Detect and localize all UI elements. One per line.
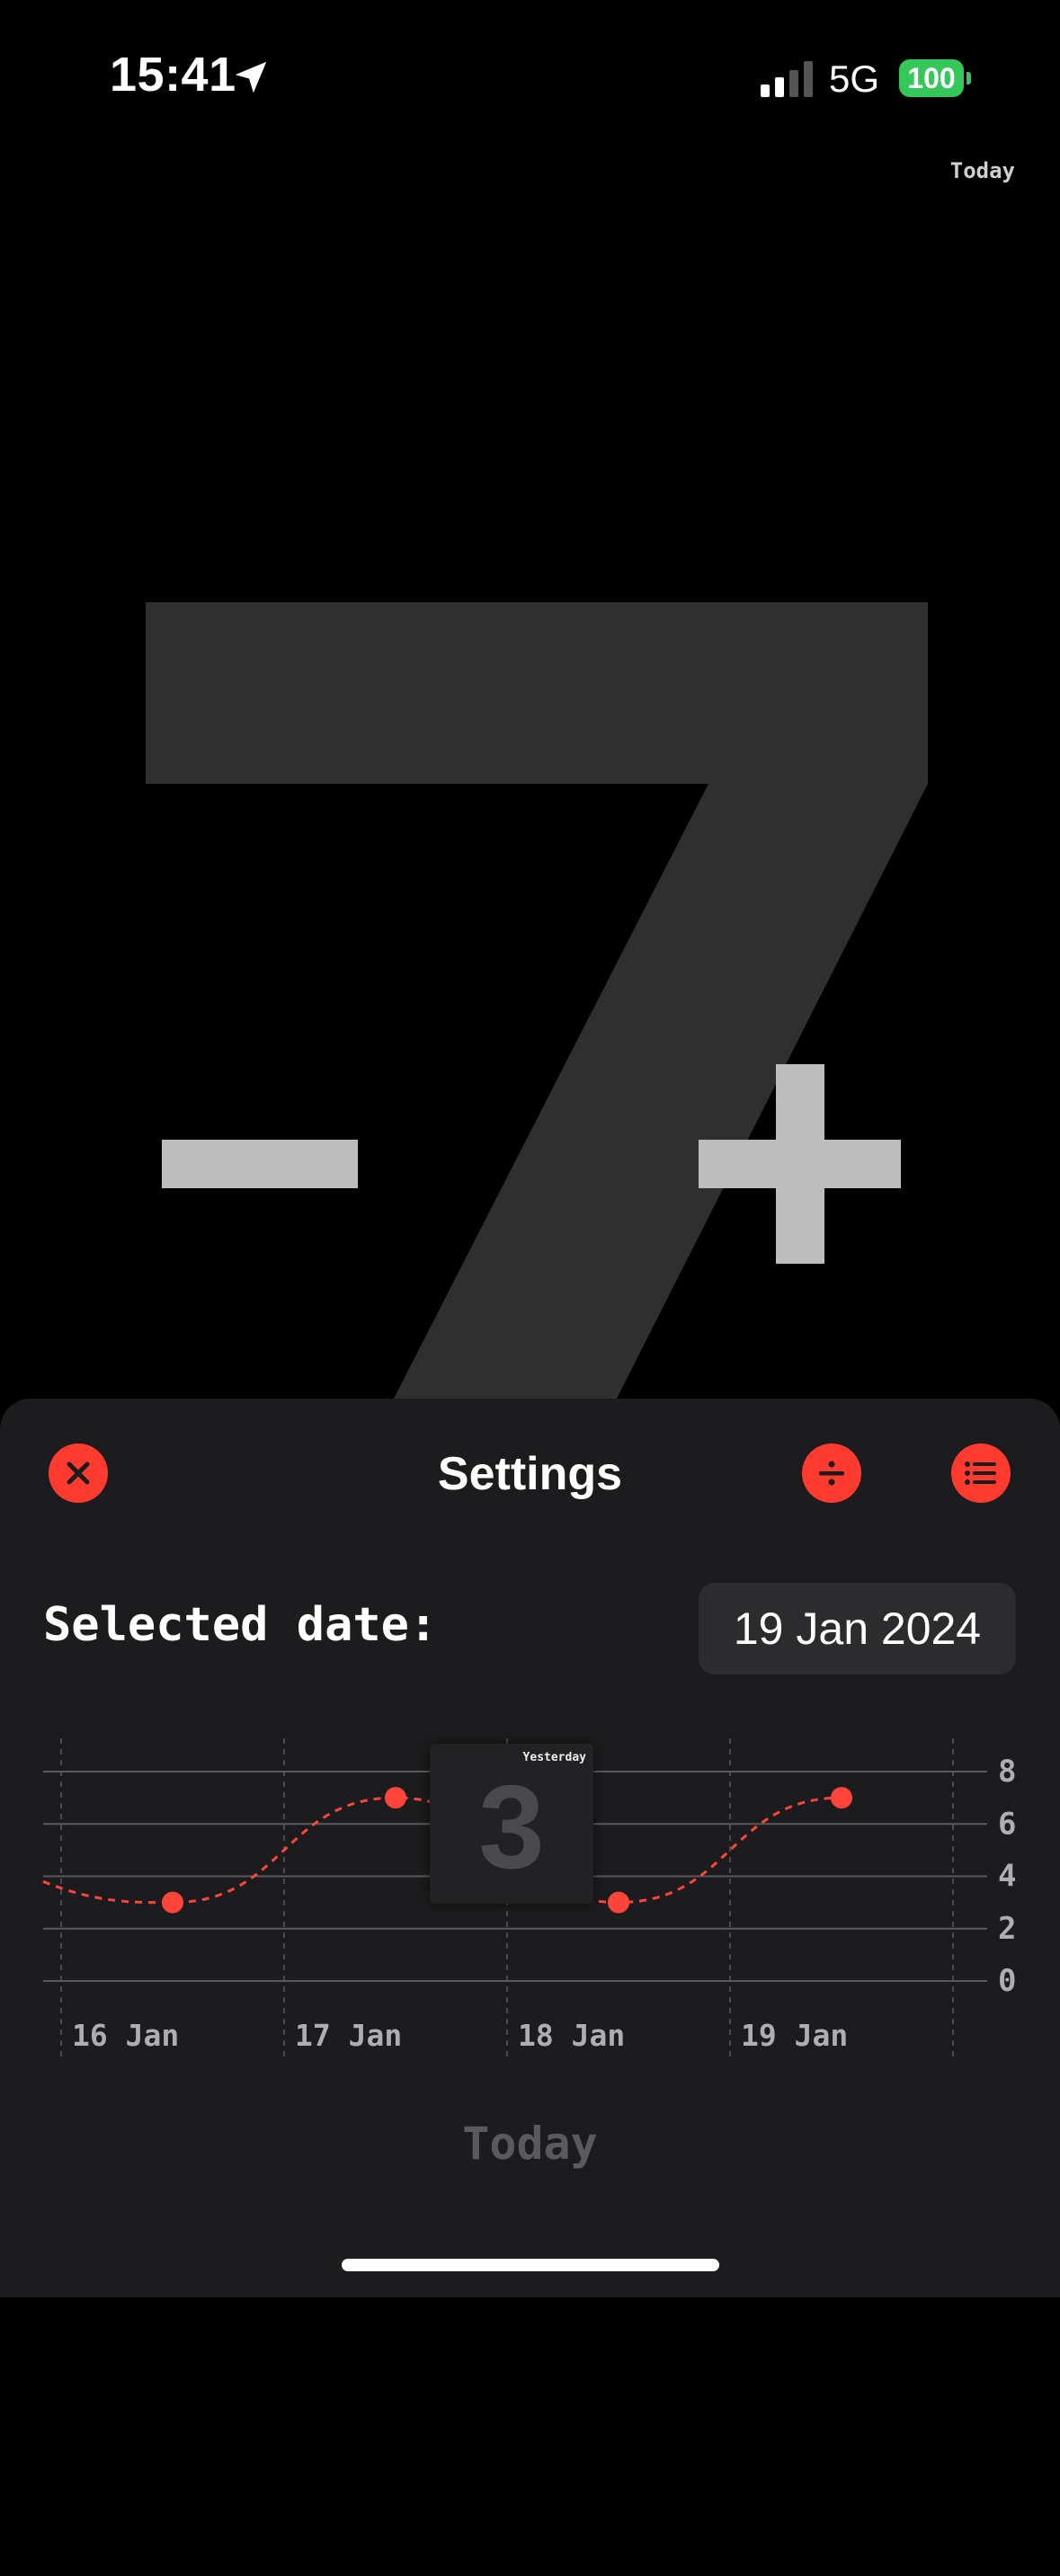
y-tick-label: 6 [998, 1806, 1016, 1842]
plus-button[interactable] [699, 1064, 901, 1264]
plus-bar-vertical [776, 1064, 824, 1264]
date-picker-button[interactable]: 19 Jan 2024 [699, 1583, 1016, 1674]
data-point [608, 1891, 629, 1914]
y-tick-label: 4 [998, 1859, 1016, 1895]
divide-icon [819, 1461, 844, 1486]
x-tick-label: 16 Jan [72, 2018, 179, 2053]
divide-button[interactable] [802, 1443, 861, 1503]
home-indicator [342, 2259, 719, 2271]
selected-date-value: 19 Jan 2024 [733, 1603, 982, 1654]
settings-sheet: Settings Selected date: 19 Jan 2024 0 2 4 6… [0, 1399, 1060, 2297]
list-icon [965, 1461, 996, 1485]
minus-button[interactable] [162, 1140, 358, 1188]
selected-date-label: Selected date: [43, 1598, 438, 1652]
chart-tooltip: Yesterday 3 [430, 1744, 593, 1904]
y-tick-label: 8 [998, 1754, 1016, 1790]
data-point [831, 1787, 852, 1809]
x-tick-label: 19 Jan [741, 2018, 848, 2053]
data-point [385, 1787, 406, 1809]
y-tick-label: 2 [998, 1911, 1016, 1947]
tooltip-value: 3 [478, 1761, 545, 1893]
counter-value-display [146, 602, 928, 1399]
x-tick-label: 18 Jan [518, 2018, 625, 2053]
data-point [162, 1891, 183, 1914]
y-tick-label: 0 [998, 1963, 1016, 1999]
sheet-title: Settings [437, 1448, 623, 1500]
x-tick-label: 17 Jan [295, 2018, 402, 2053]
today-button[interactable]: Today [0, 2118, 1060, 2170]
list-button[interactable] [951, 1443, 1011, 1503]
